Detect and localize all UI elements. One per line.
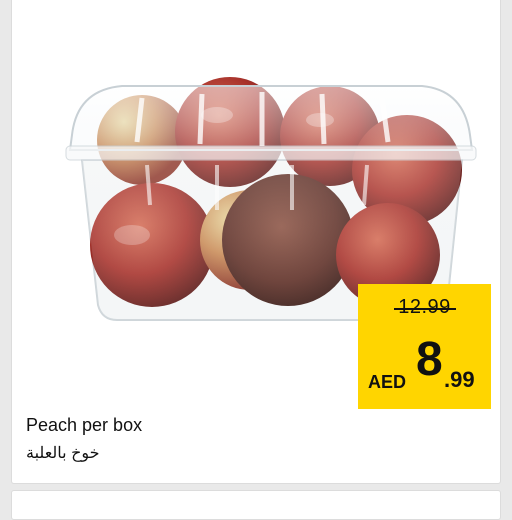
currency-label: AED <box>368 372 407 392</box>
old-price-strikethrough <box>394 308 456 310</box>
product-card[interactable]: 12.99 AED 8 .99 Peach per box خوخ بالعلب… <box>11 0 501 484</box>
next-product-card[interactable] <box>11 490 501 520</box>
price-main: 8 <box>416 333 443 386</box>
price-tag: 12.99 AED 8 .99 <box>358 284 491 409</box>
price-cents: .99 <box>444 367 475 392</box>
product-title-arabic[interactable]: خوخ بالعلبة <box>26 443 100 463</box>
product-title[interactable]: Peach per box <box>26 415 142 436</box>
